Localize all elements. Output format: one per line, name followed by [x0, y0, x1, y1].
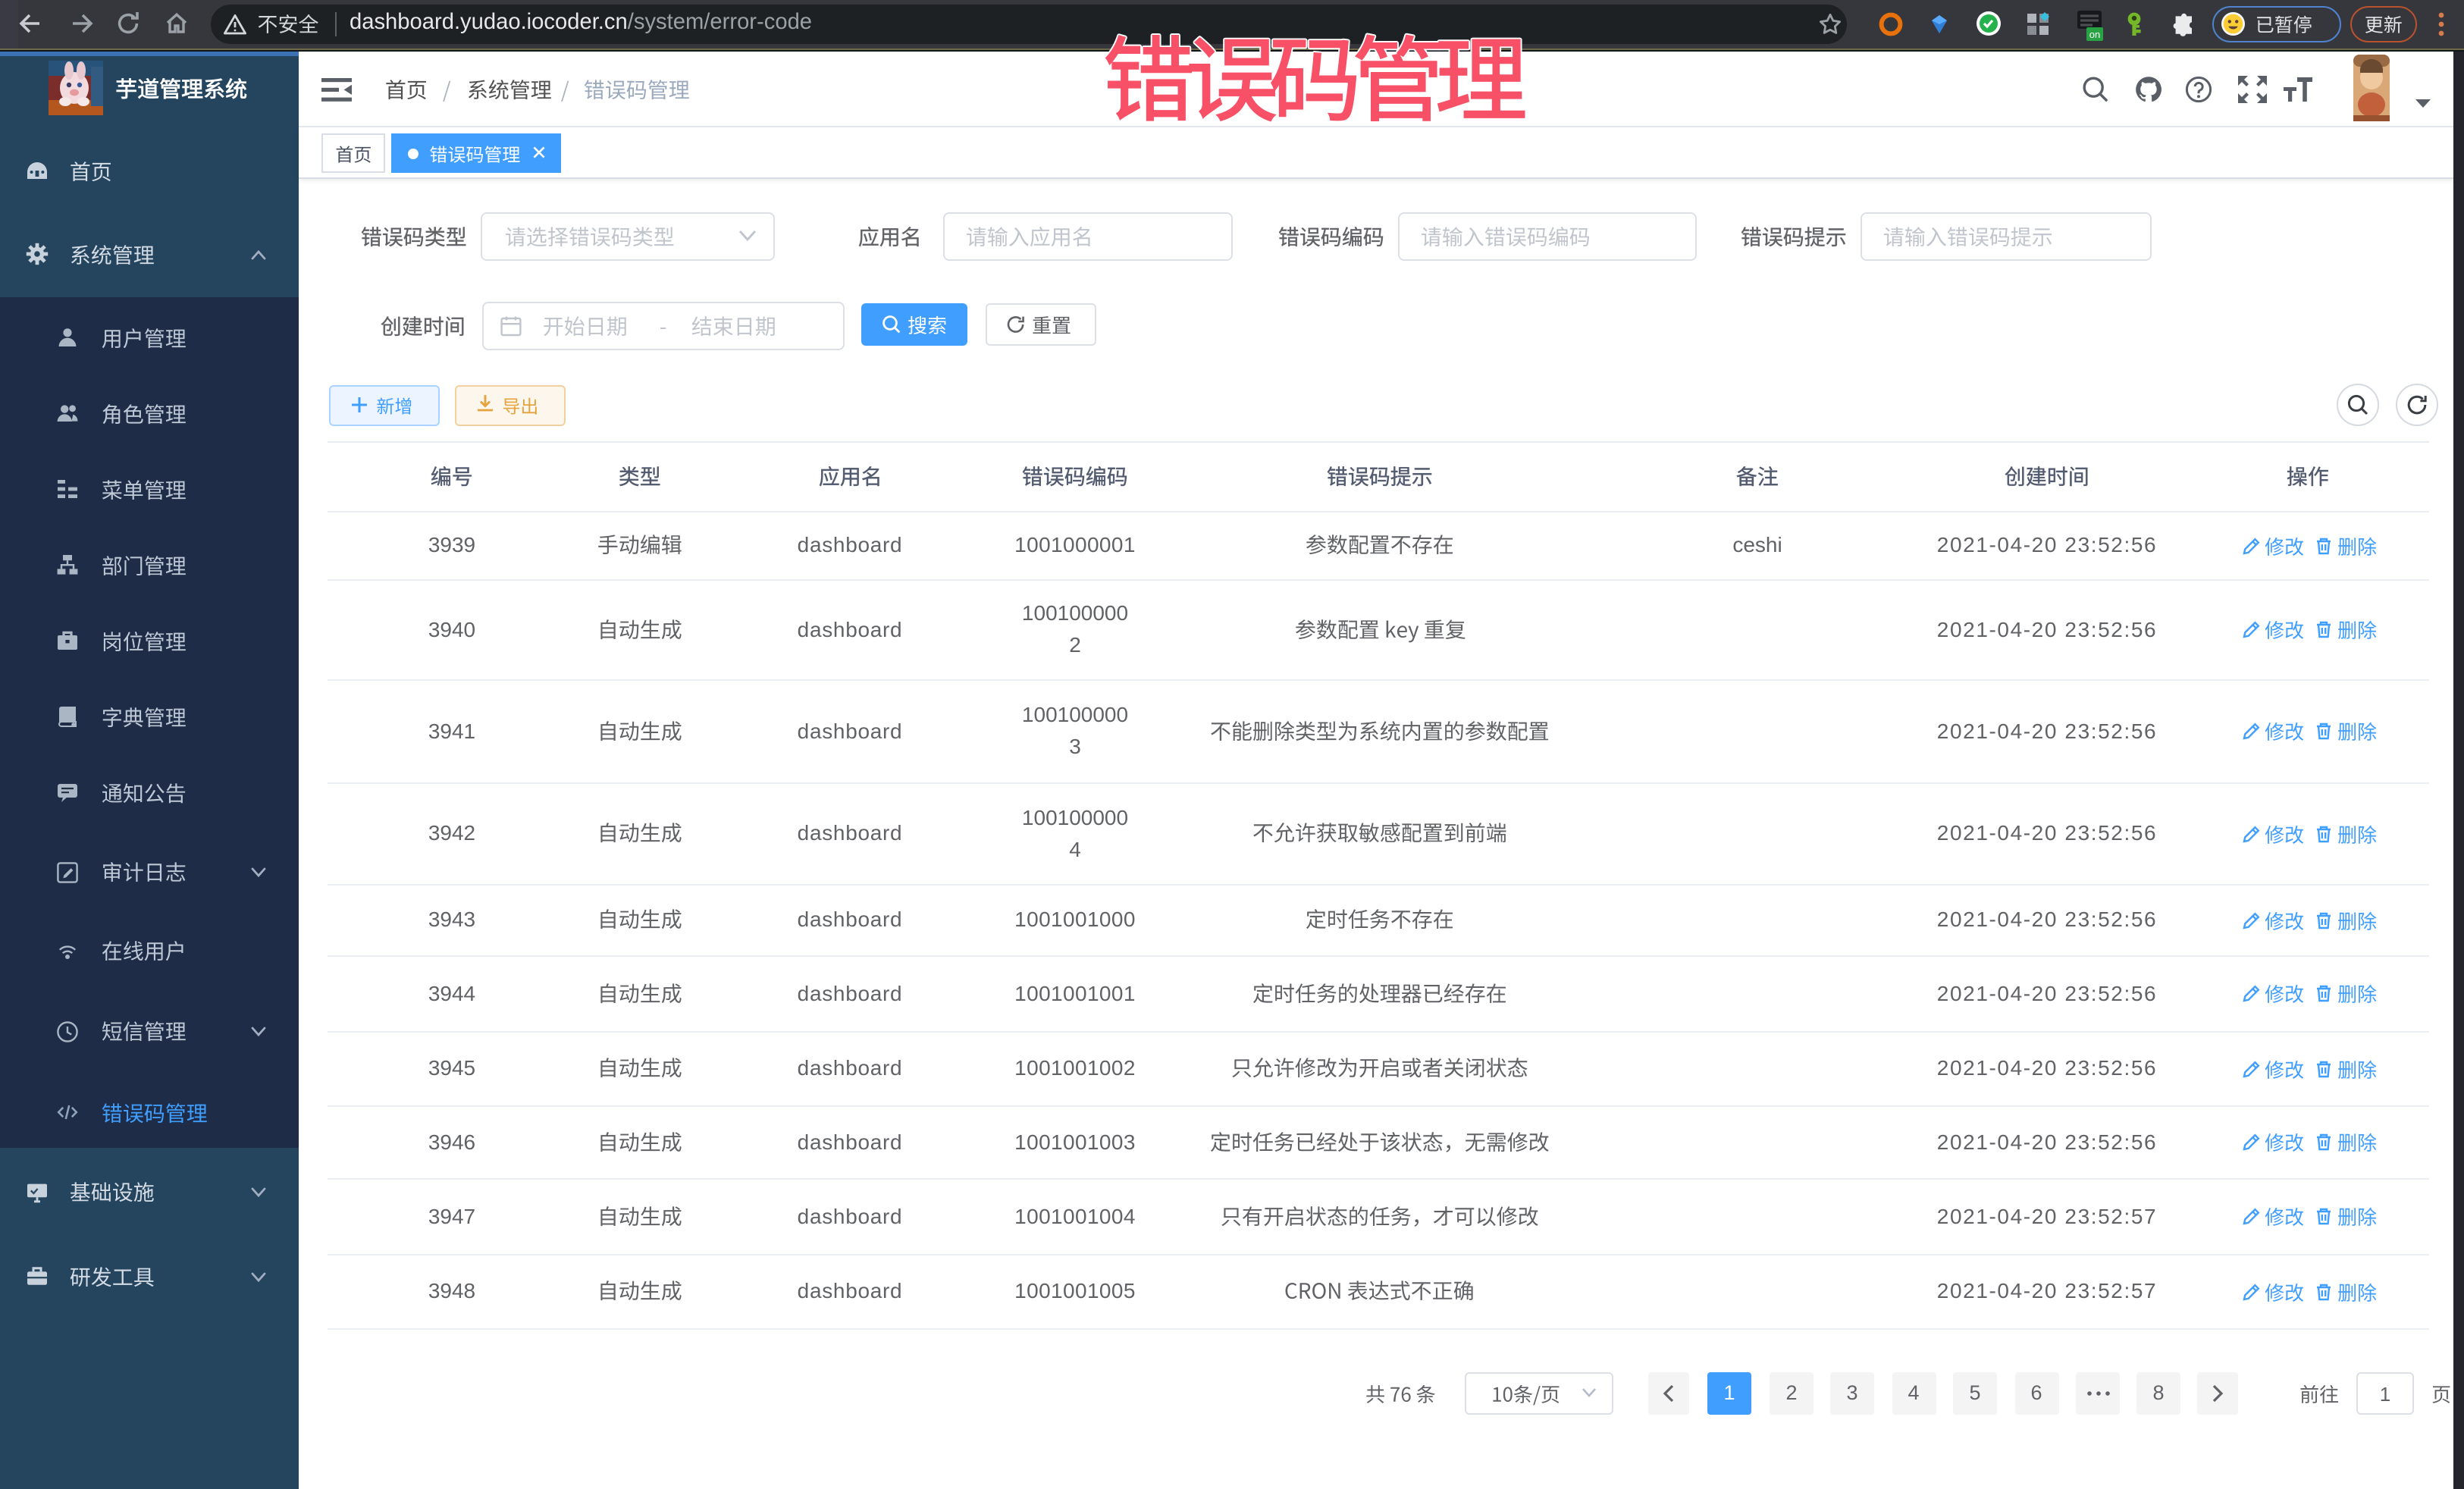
svg-text:on: on	[2089, 29, 2100, 40]
